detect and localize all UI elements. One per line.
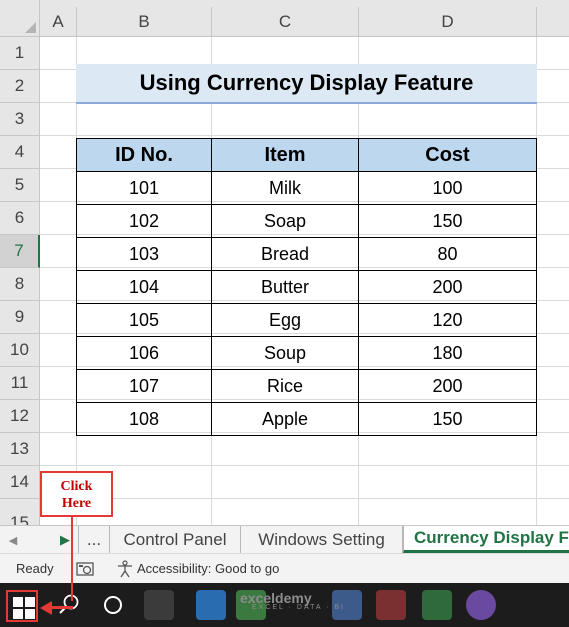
app-icon-blurred-5[interactable]: [376, 590, 406, 620]
cell-id[interactable]: 107: [76, 369, 212, 403]
column-header-b[interactable]: B: [77, 7, 212, 37]
table-row: 102 Soap 150: [76, 204, 537, 238]
column-header-a[interactable]: A: [40, 7, 77, 37]
sheet-title: Using Currency Display Feature: [76, 64, 537, 104]
callout-line-1: Click: [60, 479, 93, 494]
header-id[interactable]: ID No.: [76, 138, 212, 172]
row-header-13[interactable]: 13: [0, 433, 40, 466]
cell-cost[interactable]: 80: [358, 237, 537, 271]
windows-start-icon[interactable]: [6, 590, 38, 622]
status-ready: Ready: [16, 561, 54, 576]
callout-connector: [71, 517, 73, 601]
status-accessibility[interactable]: Accessibility: Good to go: [137, 554, 279, 583]
table-row: 107 Rice 200: [76, 369, 537, 403]
cell-cost[interactable]: 150: [358, 204, 537, 238]
tab-currency-display[interactable]: Currency Display Fe: [403, 526, 569, 553]
cell-item[interactable]: Rice: [211, 369, 359, 403]
formula-bar-gap: [40, 0, 569, 7]
cell-id[interactable]: 103: [76, 237, 212, 271]
cell-id[interactable]: 105: [76, 303, 212, 337]
data-table: ID No. Item Cost 101 Milk 100 102 Soap 1…: [76, 138, 537, 436]
cell-item[interactable]: Apple: [211, 402, 359, 436]
table-header-row: ID No. Item Cost: [76, 138, 537, 172]
cell-cost[interactable]: 200: [358, 270, 537, 304]
cell-cost[interactable]: 100: [358, 171, 537, 205]
row-header-1[interactable]: 1: [0, 37, 40, 70]
row-header-12[interactable]: 12: [0, 400, 40, 433]
cell-cost[interactable]: 120: [358, 303, 537, 337]
macro-record-icon[interactable]: [76, 554, 96, 583]
callout-arrowhead: [40, 601, 52, 615]
watermark-tagline: EXCEL · DATA · BI: [252, 604, 345, 611]
start-pane: [13, 609, 23, 619]
table-row: 104 Butter 200: [76, 270, 537, 304]
cell-item[interactable]: Soap: [211, 204, 359, 238]
row-header-4[interactable]: 4: [0, 136, 40, 169]
table-row: 106 Soup 180: [76, 336, 537, 370]
row-header-3[interactable]: 3: [0, 103, 40, 136]
start-pane: [13, 597, 23, 607]
app-icon-blurred-1[interactable]: [144, 590, 174, 620]
column-header-d[interactable]: D: [359, 7, 537, 37]
callout-line-2: Here: [61, 496, 92, 511]
tab-control-panel[interactable]: Control Panel: [110, 526, 241, 553]
cell-item[interactable]: Milk: [211, 171, 359, 205]
cell-cost[interactable]: 200: [358, 369, 537, 403]
spreadsheet-grid[interactable]: A B C D 1 2 3 4 5 6 7 8 9 10 11 12 13 14…: [0, 0, 569, 525]
cell-id[interactable]: 106: [76, 336, 212, 370]
tab-more[interactable]: ...: [78, 526, 110, 553]
row-header-9[interactable]: 9: [0, 301, 40, 334]
row-header-5[interactable]: 5: [0, 169, 40, 202]
row-header-15[interactable]: 15: [0, 499, 40, 525]
task-view-icon[interactable]: [98, 590, 128, 620]
sheet-tab-bar: ◀ ▶ ... Control Panel Windows Setting Cu…: [0, 525, 569, 553]
row-header-7[interactable]: 7: [0, 235, 40, 268]
cell-item[interactable]: Bread: [211, 237, 359, 271]
table-row: 108 Apple 150: [76, 402, 537, 436]
gridline: [40, 498, 569, 499]
cell-item[interactable]: Soup: [211, 336, 359, 370]
cell-cost[interactable]: 150: [358, 402, 537, 436]
start-pane: [25, 597, 35, 607]
callout-arrow-shaft: [50, 606, 73, 609]
table-row: 101 Milk 100: [76, 171, 537, 205]
row-header-11[interactable]: 11: [0, 367, 40, 400]
table-row: 105 Egg 120: [76, 303, 537, 337]
table-row: 103 Bread 80: [76, 237, 537, 271]
cell-id[interactable]: 101: [76, 171, 212, 205]
accessibility-icon[interactable]: [116, 554, 134, 583]
row-header-14[interactable]: 14: [0, 466, 40, 499]
header-cost[interactable]: Cost: [358, 138, 537, 172]
row-header-8[interactable]: 8: [0, 268, 40, 301]
cell-id[interactable]: 108: [76, 402, 212, 436]
search-icon[interactable]: [54, 590, 84, 620]
cell-item[interactable]: Butter: [211, 270, 359, 304]
app-icon-blurred-6[interactable]: [422, 590, 452, 620]
status-bar: Ready Accessibility: Good to go: [0, 553, 569, 583]
row-header-6[interactable]: 6: [0, 202, 40, 235]
app-icon-blurred-2[interactable]: [196, 590, 226, 620]
click-here-callout: Click Here: [40, 471, 113, 517]
cell-cost[interactable]: 180: [358, 336, 537, 370]
row-header-10[interactable]: 10: [0, 334, 40, 367]
tab-scroll-left-icon[interactable]: ◀: [4, 531, 22, 549]
cell-id[interactable]: 104: [76, 270, 212, 304]
column-header-e[interactable]: [537, 7, 569, 37]
select-all-corner[interactable]: [0, 0, 40, 37]
gridline: [40, 135, 569, 136]
row-header-2[interactable]: 2: [0, 70, 40, 103]
header-item[interactable]: Item: [211, 138, 359, 172]
tab-windows-setting[interactable]: Windows Setting: [241, 526, 403, 553]
cell-item[interactable]: Egg: [211, 303, 359, 337]
exceldemy-watermark: exceldemy EXCEL · DATA · BI: [240, 590, 345, 611]
column-header-c[interactable]: C: [212, 7, 359, 37]
start-pane: [25, 609, 35, 619]
gridline: [40, 465, 569, 466]
cell-id[interactable]: 102: [76, 204, 212, 238]
app-icon-blurred-7[interactable]: [466, 590, 496, 620]
